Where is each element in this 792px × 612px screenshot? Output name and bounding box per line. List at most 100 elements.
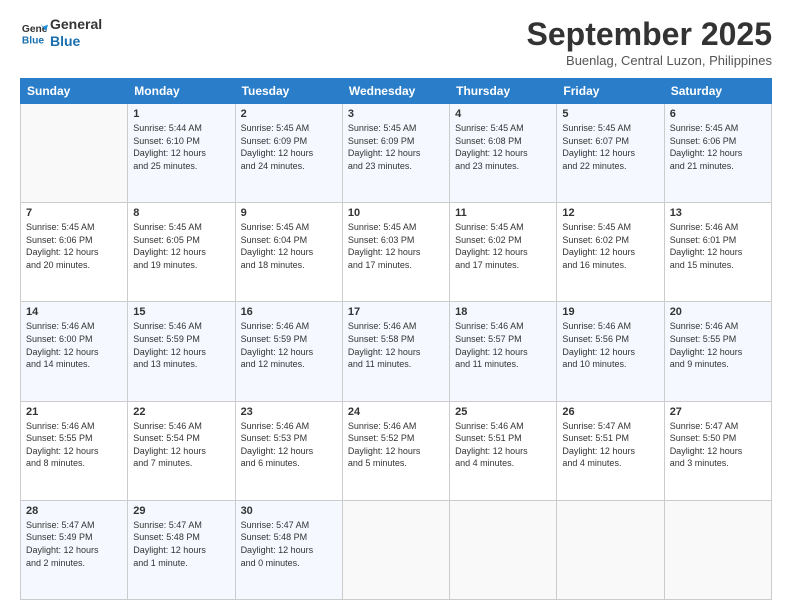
- calendar-cell: 9 Sunrise: 5:45 AM Sunset: 6:04 PM Daylig…: [235, 203, 342, 302]
- calendar-cell: [557, 500, 664, 599]
- day-number: 9: [241, 207, 337, 219]
- day-number: 29: [133, 505, 229, 517]
- calendar-cell: 27 Sunrise: 5:47 AM Sunset: 5:50 PM Dayli…: [664, 401, 771, 500]
- header: General Blue General Blue September 2025…: [20, 16, 772, 68]
- week-row-3: 14 Sunrise: 5:46 AM Sunset: 6:00 PM Dayli…: [21, 302, 772, 401]
- day-number: 7: [26, 207, 122, 219]
- calendar-page: General Blue General Blue September 2025…: [0, 0, 792, 612]
- day-info: Sunrise: 5:45 AM Sunset: 6:09 PM Dayligh…: [241, 122, 337, 172]
- logo-text: General Blue: [50, 16, 102, 50]
- day-number: 15: [133, 306, 229, 318]
- calendar-cell: 25 Sunrise: 5:46 AM Sunset: 5:51 PM Dayli…: [450, 401, 557, 500]
- calendar-cell: 19 Sunrise: 5:46 AM Sunset: 5:56 PM Dayli…: [557, 302, 664, 401]
- header-thursday: Thursday: [450, 79, 557, 104]
- week-row-5: 28Sunrise: 5:47 AM Sunset: 5:49 PM Dayli…: [21, 500, 772, 599]
- day-info: Sunrise: 5:45 AM Sunset: 6:06 PM Dayligh…: [670, 122, 766, 172]
- calendar-cell: [21, 104, 128, 203]
- day-info: Sunrise: 5:47 AM Sunset: 5:48 PM Dayligh…: [133, 519, 229, 569]
- day-info: Sunrise: 5:46 AM Sunset: 5:57 PM Dayligh…: [455, 320, 551, 370]
- calendar-cell: 13 Sunrise: 5:46 AM Sunset: 6:01 PM Dayli…: [664, 203, 771, 302]
- calendar-cell: 21Sunrise: 5:46 AM Sunset: 5:55 PM Dayli…: [21, 401, 128, 500]
- calendar-cell: 10 Sunrise: 5:45 AM Sunset: 6:03 PM Dayli…: [342, 203, 449, 302]
- day-number: 20: [670, 306, 766, 318]
- day-info: Sunrise: 5:45 AM Sunset: 6:06 PM Dayligh…: [26, 221, 122, 271]
- week-row-1: 1 Sunrise: 5:44 AM Sunset: 6:10 PM Daylig…: [21, 104, 772, 203]
- day-number: 30: [241, 505, 337, 517]
- calendar-cell: 24 Sunrise: 5:46 AM Sunset: 5:52 PM Dayli…: [342, 401, 449, 500]
- day-number: 24: [348, 406, 444, 418]
- calendar-cell: 6Sunrise: 5:45 AM Sunset: 6:06 PM Daylig…: [664, 104, 771, 203]
- logo-icon: General Blue: [20, 19, 48, 47]
- day-info: Sunrise: 5:47 AM Sunset: 5:50 PM Dayligh…: [670, 420, 766, 470]
- calendar-cell: 14 Sunrise: 5:46 AM Sunset: 6:00 PM Dayli…: [21, 302, 128, 401]
- day-number: 17: [348, 306, 444, 318]
- day-info: Sunrise: 5:46 AM Sunset: 6:00 PM Dayligh…: [26, 320, 122, 370]
- day-info: Sunrise: 5:45 AM Sunset: 6:05 PM Dayligh…: [133, 221, 229, 271]
- day-info: Sunrise: 5:46 AM Sunset: 5:53 PM Dayligh…: [241, 420, 337, 470]
- calendar-cell: [450, 500, 557, 599]
- logo: General Blue General Blue: [20, 16, 102, 50]
- day-info: Sunrise: 5:46 AM Sunset: 5:59 PM Dayligh…: [133, 320, 229, 370]
- day-info: Sunrise: 5:47 AM Sunset: 5:51 PM Dayligh…: [562, 420, 658, 470]
- calendar-cell: 3 Sunrise: 5:45 AM Sunset: 6:09 PM Daylig…: [342, 104, 449, 203]
- header-friday: Friday: [557, 79, 664, 104]
- day-info: Sunrise: 5:45 AM Sunset: 6:03 PM Dayligh…: [348, 221, 444, 271]
- calendar-cell: 5 Sunrise: 5:45 AM Sunset: 6:07 PM Daylig…: [557, 104, 664, 203]
- day-number: 27: [670, 406, 766, 418]
- day-number: 10: [348, 207, 444, 219]
- calendar-cell: 7 Sunrise: 5:45 AM Sunset: 6:06 PM Daylig…: [21, 203, 128, 302]
- header-monday: Monday: [128, 79, 235, 104]
- day-info: Sunrise: 5:46 AM Sunset: 6:01 PM Dayligh…: [670, 221, 766, 271]
- day-number: 14: [26, 306, 122, 318]
- day-info: Sunrise: 5:46 AM Sunset: 5:56 PM Dayligh…: [562, 320, 658, 370]
- calendar-cell: 28Sunrise: 5:47 AM Sunset: 5:49 PM Dayli…: [21, 500, 128, 599]
- header-tuesday: Tuesday: [235, 79, 342, 104]
- day-number: 16: [241, 306, 337, 318]
- header-wednesday: Wednesday: [342, 79, 449, 104]
- calendar-cell: 8Sunrise: 5:45 AM Sunset: 6:05 PM Daylig…: [128, 203, 235, 302]
- day-info: Sunrise: 5:45 AM Sunset: 6:02 PM Dayligh…: [455, 221, 551, 271]
- day-info: Sunrise: 5:45 AM Sunset: 6:07 PM Dayligh…: [562, 122, 658, 172]
- svg-text:Blue: Blue: [22, 35, 45, 46]
- header-saturday: Saturday: [664, 79, 771, 104]
- day-number: 22: [133, 406, 229, 418]
- day-number: 3: [348, 108, 444, 120]
- calendar-cell: 12 Sunrise: 5:45 AM Sunset: 6:02 PM Dayli…: [557, 203, 664, 302]
- calendar-cell: 11Sunrise: 5:45 AM Sunset: 6:02 PM Dayli…: [450, 203, 557, 302]
- day-number: 28: [26, 505, 122, 517]
- day-number: 2: [241, 108, 337, 120]
- day-number: 18: [455, 306, 551, 318]
- calendar-cell: 1 Sunrise: 5:44 AM Sunset: 6:10 PM Daylig…: [128, 104, 235, 203]
- day-number: 23: [241, 406, 337, 418]
- calendar-cell: 22 Sunrise: 5:46 AM Sunset: 5:54 PM Dayli…: [128, 401, 235, 500]
- day-info: Sunrise: 5:46 AM Sunset: 5:51 PM Dayligh…: [455, 420, 551, 470]
- month-title: September 2025: [527, 16, 772, 53]
- day-number: 4: [455, 108, 551, 120]
- calendar-cell: 23 Sunrise: 5:46 AM Sunset: 5:53 PM Dayli…: [235, 401, 342, 500]
- day-number: 19: [562, 306, 658, 318]
- header-row: SundayMondayTuesdayWednesdayThursdayFrid…: [21, 79, 772, 104]
- day-number: 13: [670, 207, 766, 219]
- header-sunday: Sunday: [21, 79, 128, 104]
- day-info: Sunrise: 5:45 AM Sunset: 6:02 PM Dayligh…: [562, 221, 658, 271]
- day-info: Sunrise: 5:45 AM Sunset: 6:04 PM Dayligh…: [241, 221, 337, 271]
- week-row-4: 21Sunrise: 5:46 AM Sunset: 5:55 PM Dayli…: [21, 401, 772, 500]
- calendar-cell: 26Sunrise: 5:47 AM Sunset: 5:51 PM Dayli…: [557, 401, 664, 500]
- day-info: Sunrise: 5:46 AM Sunset: 5:52 PM Dayligh…: [348, 420, 444, 470]
- day-number: 21: [26, 406, 122, 418]
- day-info: Sunrise: 5:45 AM Sunset: 6:08 PM Dayligh…: [455, 122, 551, 172]
- day-number: 1: [133, 108, 229, 120]
- calendar-table: SundayMondayTuesdayWednesdayThursdayFrid…: [20, 78, 772, 600]
- day-number: 25: [455, 406, 551, 418]
- day-number: 5: [562, 108, 658, 120]
- calendar-cell: 17 Sunrise: 5:46 AM Sunset: 5:58 PM Dayli…: [342, 302, 449, 401]
- day-info: Sunrise: 5:46 AM Sunset: 5:58 PM Dayligh…: [348, 320, 444, 370]
- day-info: Sunrise: 5:46 AM Sunset: 5:54 PM Dayligh…: [133, 420, 229, 470]
- day-info: Sunrise: 5:44 AM Sunset: 6:10 PM Dayligh…: [133, 122, 229, 172]
- calendar-cell: [664, 500, 771, 599]
- day-number: 12: [562, 207, 658, 219]
- calendar-cell: [342, 500, 449, 599]
- day-info: Sunrise: 5:46 AM Sunset: 5:55 PM Dayligh…: [670, 320, 766, 370]
- svg-text:General: General: [22, 24, 48, 35]
- day-info: Sunrise: 5:45 AM Sunset: 6:09 PM Dayligh…: [348, 122, 444, 172]
